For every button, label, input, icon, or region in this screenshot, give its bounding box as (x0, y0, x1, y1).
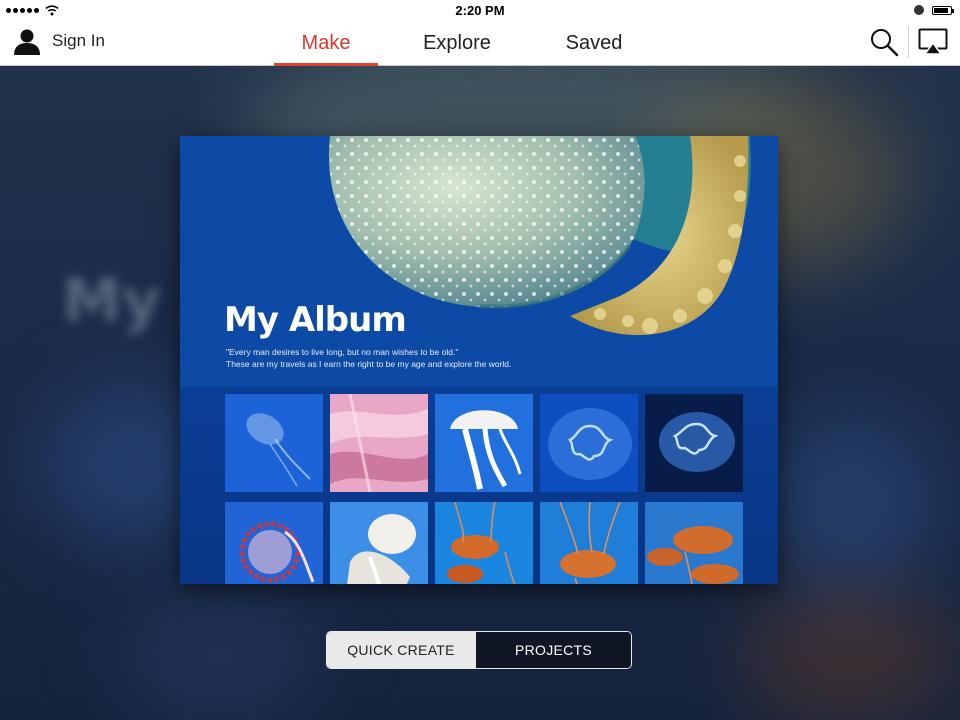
rotation-lock-icon (914, 5, 924, 15)
quick-create-button[interactable]: QUICK CREATE (327, 632, 475, 668)
status-time: 2:20 PM (455, 2, 505, 18)
photo-thumbnail[interactable] (330, 394, 428, 492)
quote-line-2: These are my travels as I earn the right… (226, 359, 512, 369)
airplay-icon[interactable] (918, 28, 948, 56)
wifi-icon (45, 5, 59, 16)
photo-thumbnail[interactable] (645, 502, 743, 584)
create-mode-segmented-control: QUICK CREATE PROJECTS (326, 631, 632, 669)
status-bar: 2:20 PM (0, 0, 960, 20)
album-quote: "Every man desires to live long, but no … (226, 346, 646, 370)
photo-thumbnail[interactable] (540, 502, 638, 584)
photo-thumbnail[interactable] (540, 394, 638, 492)
photo-thumbnail[interactable] (435, 502, 533, 584)
battery-icon (932, 5, 954, 15)
signal-icon (6, 7, 39, 13)
album-title: My Album (224, 300, 407, 340)
quote-line-1: "Every man desires to live long, but no … (226, 347, 459, 357)
photo-thumbnail[interactable] (225, 394, 323, 492)
photo-thumbnail[interactable] (225, 502, 323, 584)
photo-thumbnail[interactable] (435, 394, 533, 492)
photo-thumbnail[interactable] (645, 394, 743, 492)
album-preview-card[interactable]: My Album "Every man desires to live long… (180, 136, 778, 584)
projects-button[interactable]: PROJECTS (475, 632, 631, 668)
photo-grid (225, 394, 745, 584)
sign-in-button[interactable]: Sign In (12, 26, 105, 56)
battery-level (934, 7, 948, 13)
sign-in-label: Sign In (52, 31, 105, 50)
main-tabs: Make Explore Saved (270, 20, 656, 66)
tab-explore[interactable]: Explore (382, 20, 532, 66)
tab-make[interactable]: Make (270, 20, 382, 66)
photo-thumbnail[interactable] (330, 502, 428, 584)
nav-bar: Sign In Make Explore Saved (0, 20, 960, 66)
nav-divider (908, 26, 909, 58)
user-icon (14, 29, 40, 55)
tab-saved[interactable]: Saved (532, 20, 656, 66)
search-icon[interactable] (868, 26, 900, 58)
